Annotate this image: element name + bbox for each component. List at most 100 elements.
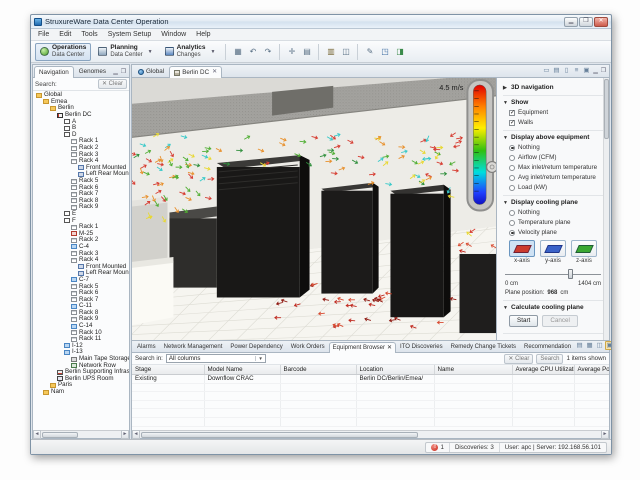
scroll-left-icon[interactable]: ◄ bbox=[132, 430, 140, 439]
view-minimize-icon[interactable]: ▁ bbox=[592, 67, 599, 74]
copy-icon[interactable]: ▤ bbox=[300, 45, 313, 58]
image-icon[interactable]: ▥ bbox=[324, 45, 337, 58]
close-tab-icon[interactable]: ✕ bbox=[387, 344, 392, 352]
column-header-barcode[interactable]: Barcode bbox=[280, 365, 356, 375]
axis-button-z-axis[interactable] bbox=[571, 240, 597, 257]
section-header-show[interactable]: ▼Show bbox=[503, 99, 603, 106]
column-header-average-cpu-utilization[interactable]: Average CPU Utilization ... bbox=[512, 365, 574, 375]
section-header-calculate-cooling-plane[interactable]: ▼Calculate cooling plane bbox=[503, 304, 603, 311]
checkbox-equipment[interactable]: Equipment bbox=[509, 109, 603, 116]
3d-scene-viewport[interactable]: 4.5 m/s bbox=[132, 78, 497, 340]
scroll-right-icon[interactable]: ► bbox=[121, 430, 129, 439]
undo-icon[interactable]: ↶ bbox=[246, 45, 259, 58]
menu-system-setup[interactable]: System Setup bbox=[103, 29, 157, 40]
menu-file[interactable]: File bbox=[33, 29, 54, 40]
mode-button-planning[interactable]: PlanningData Center▼ bbox=[93, 43, 157, 61]
add-view-icon[interactable]: ▤ bbox=[575, 341, 584, 350]
radio-nothing[interactable]: Nothing bbox=[509, 144, 603, 151]
panel-maximize-icon[interactable]: ❐ bbox=[120, 68, 127, 75]
tree-item-berlin-ups-room[interactable]: Berlin UPS Room bbox=[33, 376, 129, 383]
tree-horizontal-scrollbar[interactable]: ◄ ► bbox=[33, 430, 129, 438]
titlebar[interactable]: StruxureWare Data Center Operation ▁ ❐ ✕ bbox=[31, 15, 611, 29]
bottom-tab-network-management[interactable]: Network Management bbox=[160, 341, 227, 352]
split-view-icon[interactable]: ▯ bbox=[562, 66, 571, 75]
section-header-display-above-equipment[interactable]: ▼Display above equipment bbox=[503, 134, 603, 141]
tree-item-rack-9[interactable]: Rack 9 bbox=[33, 204, 129, 211]
plane-position-slider[interactable] bbox=[505, 269, 601, 279]
filter-view-icon[interactable]: ▣ bbox=[605, 341, 611, 350]
menu-tools[interactable]: Tools bbox=[76, 29, 102, 40]
tree-search-clear-button[interactable]: ✕ Clear bbox=[98, 79, 127, 89]
discoveries-status[interactable]: Discoveries: 3 bbox=[449, 443, 499, 452]
axis-button-y-axis[interactable] bbox=[540, 240, 566, 257]
radio-avg-inlet-return-temperature[interactable]: Avg inlet/return temperature bbox=[509, 174, 603, 181]
bottom-tab-remedy-change-tickets[interactable]: Remedy Change Tickets bbox=[447, 341, 520, 352]
column-header-model-name[interactable]: Model Name bbox=[204, 365, 280, 375]
checkbox-walls[interactable]: Walls bbox=[509, 119, 603, 126]
column-header-name[interactable]: Name bbox=[434, 365, 512, 375]
scroll-thumb[interactable] bbox=[42, 432, 78, 438]
editor-tab-berlin-dc[interactable]: Berlin DC✕ bbox=[169, 66, 222, 78]
export-report-icon[interactable]: ◳ bbox=[378, 45, 391, 58]
plane-position-value[interactable]: 968 bbox=[547, 290, 557, 296]
menu-edit[interactable]: Edit bbox=[54, 29, 76, 40]
grid-view-icon[interactable]: ▦ bbox=[585, 341, 594, 350]
tree-item-a[interactable]: A bbox=[33, 118, 129, 125]
list-view-icon[interactable]: ≡ bbox=[572, 66, 581, 75]
tree-item-emea[interactable]: Emea bbox=[33, 99, 129, 106]
camera-icon[interactable]: ◫ bbox=[339, 45, 352, 58]
scale-options-knob[interactable] bbox=[487, 162, 496, 173]
section-header-3d-navigation[interactable]: ▶3D navigation bbox=[503, 84, 603, 91]
layout-view-icon[interactable]: ▤ bbox=[552, 66, 561, 75]
scroll-thumb[interactable] bbox=[141, 432, 418, 438]
maximize-button[interactable]: ❐ bbox=[579, 17, 593, 27]
column-header-location[interactable]: Location bbox=[356, 365, 434, 375]
minimize-button[interactable]: ▁ bbox=[564, 17, 578, 27]
bottom-tab-recommendation[interactable]: Recommendation bbox=[520, 341, 575, 352]
bottom-tab-ito-discoveries[interactable]: ITO Discoveries bbox=[396, 341, 447, 352]
table-clear-button[interactable]: ✕ Clear bbox=[504, 354, 533, 364]
panel-minimize-icon[interactable]: ▁ bbox=[112, 68, 119, 75]
radio-temperature-plane[interactable]: Temperature plane bbox=[509, 219, 603, 226]
menu-window[interactable]: Window bbox=[156, 29, 191, 40]
panel-tab-genomes[interactable]: Genomes bbox=[74, 65, 111, 77]
panel-tab-navigation[interactable]: Navigation bbox=[34, 66, 74, 78]
tree-item-berlin-dc[interactable]: Berlin DC bbox=[33, 112, 129, 119]
bottom-tab-power-dependency[interactable]: Power Dependency bbox=[226, 341, 286, 352]
tree-item-b[interactable]: B bbox=[33, 125, 129, 132]
axis-button-x-axis[interactable] bbox=[509, 240, 535, 257]
alarm-status[interactable]: ! 1 bbox=[426, 443, 448, 452]
view-maximize-icon[interactable]: ❐ bbox=[600, 67, 607, 74]
scroll-right-icon[interactable]: ► bbox=[601, 430, 609, 439]
bottom-tab-equipment-browser[interactable]: Equipment Browser✕ bbox=[329, 342, 396, 353]
close-tab-icon[interactable]: ✕ bbox=[212, 68, 217, 77]
editor-tab-global[interactable]: Global bbox=[133, 65, 169, 77]
tree-item-global[interactable]: Global bbox=[33, 92, 129, 99]
scroll-left-icon[interactable]: ◄ bbox=[33, 430, 41, 439]
mode-button-operations[interactable]: OperationsData Center bbox=[35, 43, 91, 61]
fit-view-icon[interactable]: ▭ bbox=[542, 66, 551, 75]
radio-load-kw[interactable]: Load (kW) bbox=[509, 184, 603, 191]
mode-button-analytics[interactable]: AnalyticsChanges▼ bbox=[160, 43, 221, 61]
close-button[interactable]: ✕ bbox=[594, 17, 608, 27]
bottom-tab-alarms[interactable]: Alarms bbox=[133, 341, 160, 352]
radio-velocity-plane[interactable]: Velocity plane bbox=[509, 229, 603, 236]
bottom-tab-work-orders[interactable]: Work Orders bbox=[287, 341, 329, 352]
table-row[interactable]: ExistingDownflow CRACBerlin DC/Berlin/Em… bbox=[132, 375, 609, 384]
section-header-display-cooling-plane[interactable]: ▼Display cooling plane bbox=[503, 199, 603, 206]
navigate-icon[interactable]: ✛ bbox=[285, 45, 298, 58]
menu-help[interactable]: Help bbox=[191, 29, 215, 40]
tree-item-e[interactable]: E bbox=[33, 211, 129, 218]
slider-handle[interactable] bbox=[568, 269, 573, 279]
radio-nothing[interactable]: Nothing bbox=[509, 209, 603, 216]
column-header-stage[interactable]: Stage bbox=[132, 365, 204, 375]
tree-item-paris[interactable]: Paris bbox=[33, 382, 129, 389]
edit-icon[interactable]: ✎ bbox=[363, 45, 376, 58]
radio-airflow-cfm[interactable]: Airflow (CFM) bbox=[509, 154, 603, 161]
column-header-average-pow[interactable]: Average Pow... bbox=[574, 365, 609, 375]
radio-max-inlet-return-temperature[interactable]: Max inlet/return temperature bbox=[509, 164, 603, 171]
redo-icon[interactable]: ↷ bbox=[261, 45, 274, 58]
table-horizontal-scrollbar[interactable]: ◄ ► bbox=[132, 430, 609, 438]
export-table-icon[interactable]: ◨ bbox=[393, 45, 406, 58]
monitor-view-icon[interactable]: ◫ bbox=[595, 341, 604, 350]
